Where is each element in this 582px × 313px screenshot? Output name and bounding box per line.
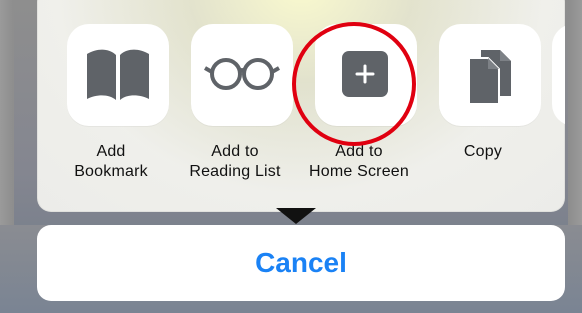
bookmark-icon: [67, 24, 169, 126]
cancel-button[interactable]: Cancel: [37, 225, 565, 301]
add-bookmark-label-line2: Bookmark: [74, 163, 148, 180]
copy-icon-svg: [468, 50, 511, 105]
add-to-home-screen-label-line2: Home Screen: [308, 163, 410, 180]
reading-list-icon: [191, 24, 293, 126]
add-to-reading-list-label-line1: Add to: [211, 143, 259, 160]
add-to-reading-list-action[interactable]: Add to Reading List: [175, 24, 293, 184]
copy-action[interactable]: Copy: [423, 24, 541, 184]
add-bookmark-action[interactable]: Add Bookmark: [51, 24, 169, 184]
bookmark-icon-svg: [87, 49, 149, 100]
popover-arrow: [276, 208, 316, 224]
glasses-icon-svg: [204, 58, 280, 90]
copy-label-line1: Copy: [463, 143, 503, 160]
add-to-reading-list-label-line2: Reading List: [189, 163, 281, 180]
copy-label: Copy: [421, 142, 545, 162]
copy-icon: [439, 24, 541, 126]
add-bookmark-label-line1: Add: [96, 143, 126, 160]
red-highlight-circle: [292, 22, 416, 146]
next-action-partial-tile[interactable]: [552, 24, 565, 126]
add-to-home-screen-label: Add to Home Screen: [297, 142, 421, 182]
add-bookmark-label: Add Bookmark: [49, 142, 173, 182]
add-to-reading-list-label: Add to Reading List: [173, 142, 297, 182]
